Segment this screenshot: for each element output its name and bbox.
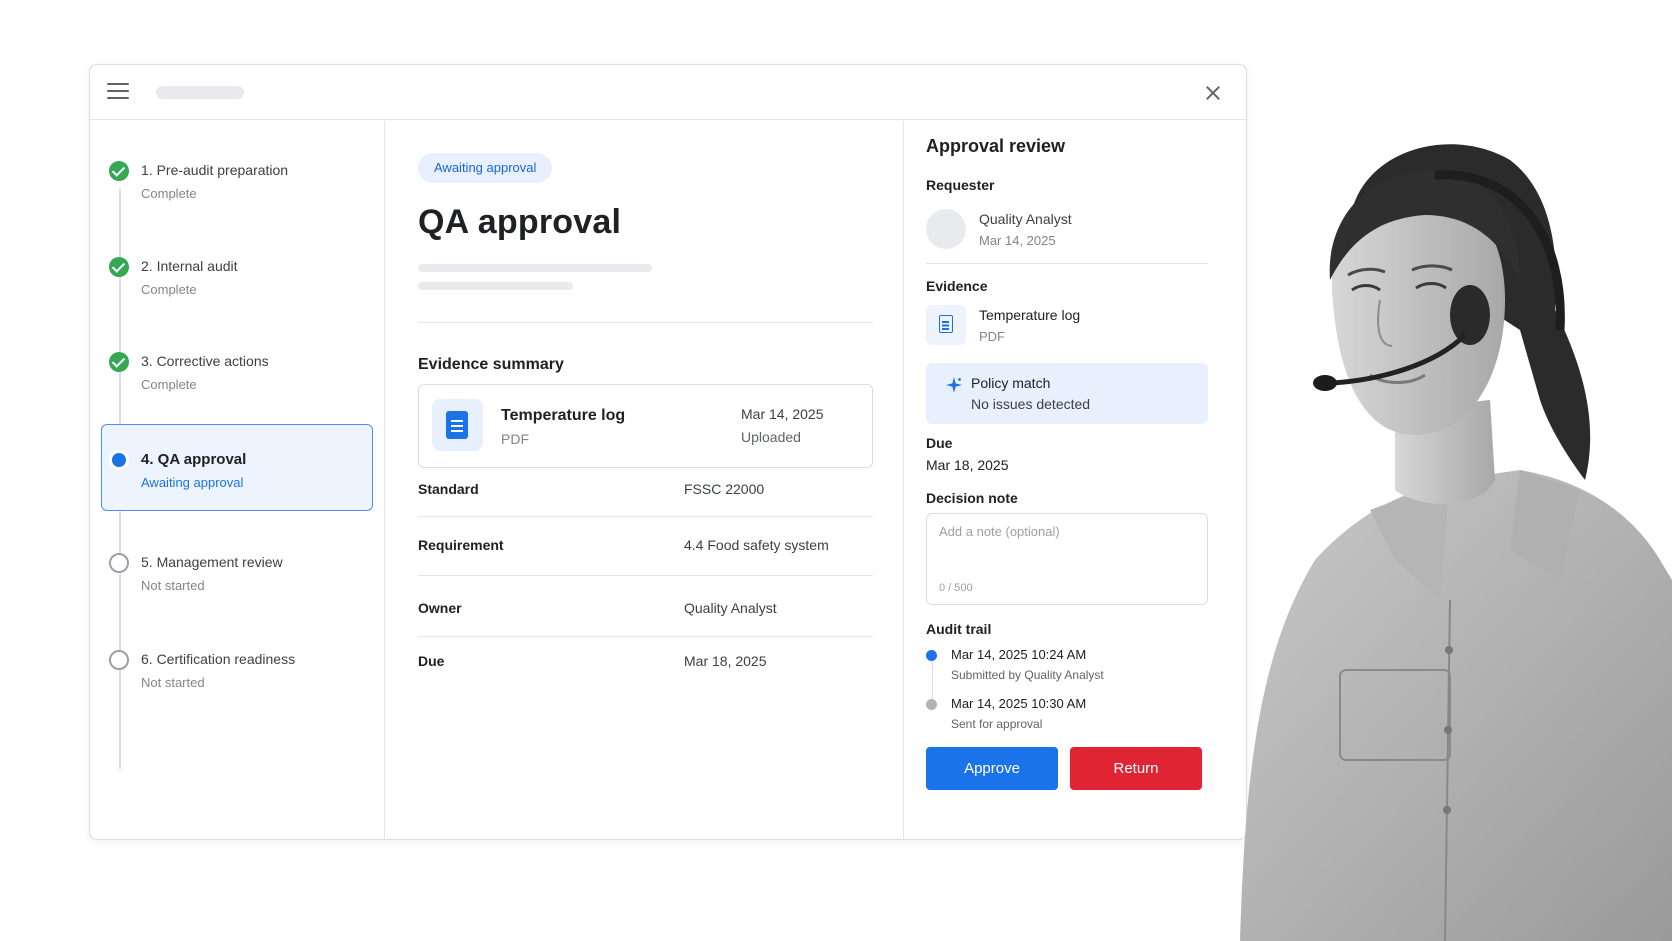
evidence-status: Uploaded	[741, 429, 801, 445]
step-title: 6. Certification readiness	[141, 651, 296, 667]
divider	[418, 575, 873, 576]
detail-key: Due	[418, 653, 445, 669]
trail-description: Submitted by Quality Analyst	[951, 668, 1104, 682]
step-item-internal-audit[interactable]: 2. Internal audit Complete	[101, 231, 373, 321]
approve-button[interactable]: Approve	[926, 747, 1058, 790]
detail-value: 4.4 Food safety system	[684, 537, 829, 553]
title-placeholder	[156, 86, 244, 99]
check-circle-icon	[109, 161, 129, 181]
step-status: Awaiting approval	[141, 475, 244, 490]
avatar	[926, 209, 966, 249]
step-list: 1. Pre-audit preparation Complete 2. Int…	[90, 121, 385, 839]
hamburger-menu-icon[interactable]	[107, 83, 129, 101]
divider	[418, 322, 873, 323]
divider	[418, 516, 873, 517]
support-agent-photo	[1240, 144, 1672, 941]
trail-connector	[932, 661, 933, 701]
detail-value: FSSC 22000	[684, 481, 765, 497]
text-placeholder	[418, 282, 573, 290]
check-circle-icon	[109, 257, 129, 277]
step-title: 5. Management review	[141, 554, 283, 570]
file-name[interactable]: Temperature log	[979, 307, 1080, 323]
policy-subtitle: No issues detected	[971, 396, 1091, 412]
step-item-certification-readiness[interactable]: 6. Certification readiness Not started	[101, 624, 373, 714]
current-step-dot-icon	[109, 450, 129, 470]
document-icon	[432, 399, 483, 451]
step-title: 2. Internal audit	[141, 258, 238, 274]
evidence-name: Temperature log	[501, 407, 626, 424]
decision-note-label: Decision note	[926, 490, 1018, 506]
requester-name: Quality Analyst	[979, 211, 1072, 227]
text-placeholder	[418, 264, 652, 272]
detail-value: Quality Analyst	[684, 600, 777, 616]
evidence-card[interactable]: Temperature log PDF Mar 14, 2025 Uploade…	[418, 384, 873, 468]
step-status: Not started	[141, 578, 205, 593]
approval-panel: Approval review Requester Quality Analys…	[905, 121, 1246, 839]
top-bar	[90, 65, 1246, 120]
evidence-label: Evidence	[926, 278, 988, 294]
return-button[interactable]: Return	[1070, 747, 1202, 790]
step-item-qa-approval[interactable]: 4. QA approval Awaiting approval	[101, 424, 373, 511]
requester-label: Requester	[926, 177, 995, 193]
audit-trail-label: Audit trail	[926, 621, 992, 637]
evidence-type: PDF	[501, 431, 529, 447]
step-status: Complete	[141, 282, 197, 297]
decision-note-input[interactable]	[927, 514, 1207, 584]
divider	[926, 263, 1208, 264]
file-icon[interactable]	[926, 305, 966, 345]
detail-value: Mar 18, 2025	[684, 653, 767, 669]
file-type: PDF	[979, 329, 1005, 344]
step-item-corrective-actions[interactable]: 3. Corrective actions Complete	[101, 326, 373, 416]
step-status: Not started	[141, 675, 205, 690]
step-item-management-review[interactable]: 5. Management review Not started	[101, 527, 373, 617]
empty-circle-icon	[109, 650, 129, 670]
status-badge: Awaiting approval	[418, 153, 553, 183]
divider	[418, 636, 873, 637]
requester-date: Mar 14, 2025	[979, 233, 1056, 248]
evidence-summary-heading: Evidence summary	[418, 356, 564, 373]
trail-dot-icon	[926, 650, 937, 661]
app-window: 1. Pre-audit preparation Complete 2. Int…	[89, 64, 1247, 840]
trail-time: Mar 14, 2025 10:30 AM	[951, 696, 1087, 711]
trail-dot-icon	[926, 699, 937, 710]
step-title: 1. Pre-audit preparation	[141, 162, 289, 178]
character-count: 0 / 500	[939, 582, 973, 594]
step-title: 3. Corrective actions	[141, 353, 269, 369]
policy-title: Policy match	[971, 375, 1051, 391]
evidence-date: Mar 14, 2025	[741, 406, 824, 422]
page-title: QA approval	[418, 203, 622, 241]
sparkle-icon	[946, 377, 962, 393]
main-content: Awaiting approval QA approval Evidence s…	[386, 121, 904, 839]
step-status: Complete	[141, 377, 197, 392]
due-label: Due	[926, 435, 953, 451]
step-item-pre-audit[interactable]: 1. Pre-audit preparation Complete	[101, 135, 373, 225]
empty-circle-icon	[109, 553, 129, 573]
detail-key: Owner	[418, 600, 462, 616]
close-icon[interactable]	[1202, 82, 1224, 104]
detail-key: Standard	[418, 481, 479, 497]
step-status: Complete	[141, 186, 197, 201]
trail-description: Sent for approval	[951, 717, 1043, 731]
check-circle-icon	[109, 352, 129, 372]
detail-key: Requirement	[418, 537, 504, 553]
trail-time: Mar 14, 2025 10:24 AM	[951, 647, 1087, 662]
due-value: Mar 18, 2025	[926, 457, 1009, 473]
decision-note-field: 0 / 500	[926, 513, 1208, 605]
policy-match-card: Policy match No issues detected	[926, 363, 1208, 424]
panel-title: Approval review	[926, 136, 1066, 156]
step-title: 4. QA approval	[141, 451, 247, 468]
